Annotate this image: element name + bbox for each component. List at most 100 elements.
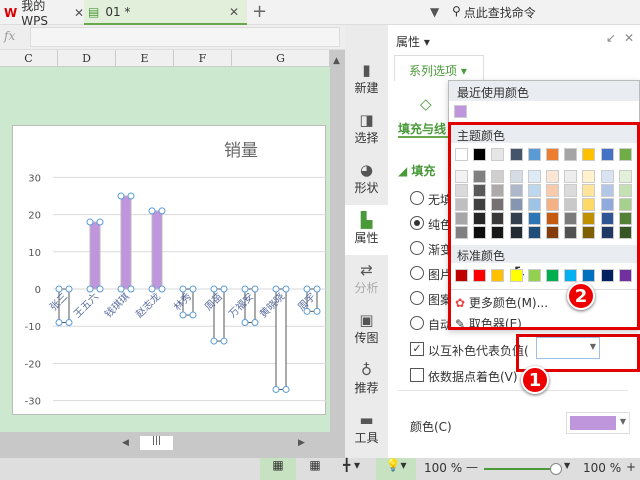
selection-handle[interactable]: [220, 285, 228, 293]
selection-handle[interactable]: [86, 218, 94, 226]
search-icon: ⚲: [452, 4, 461, 18]
fill-radio-5[interactable]: [410, 316, 424, 330]
selection-handle[interactable]: [272, 385, 280, 393]
selection-handle[interactable]: [127, 285, 135, 293]
selection-handle[interactable]: [303, 285, 311, 293]
new-file-icon: ▮: [362, 61, 371, 79]
selection-handle[interactable]: [251, 318, 259, 326]
freeze-pane-icon[interactable]: ╋ ▾: [343, 458, 360, 472]
tab-series-options[interactable]: 系列选项 ▾: [394, 55, 484, 81]
sidebar-item-4[interactable]: ⇄ 分析: [345, 261, 388, 296]
close-panel-icon[interactable]: ✕: [624, 31, 634, 45]
formula-bar: fx: [0, 25, 345, 50]
new-tab-icon[interactable]: +: [252, 1, 267, 22]
fx-label: fx: [4, 29, 16, 43]
invert-negative-checkbox[interactable]: ✓: [410, 342, 424, 356]
selection-handle[interactable]: [210, 285, 218, 293]
horizontal-scrollbar[interactable]: ◀ ||| ▶: [0, 432, 345, 458]
selection-handle[interactable]: [189, 311, 197, 319]
column-header[interactable]: G: [232, 50, 330, 67]
selection-handle[interactable]: [241, 318, 249, 326]
selection-handle[interactable]: [127, 192, 135, 200]
sidebar-item-0[interactable]: ▮ 新建: [345, 61, 388, 96]
selection-handle[interactable]: [65, 318, 73, 326]
scroll-left-icon[interactable]: ◀: [122, 438, 129, 448]
fill-radio-2[interactable]: [410, 241, 424, 255]
selection-handle[interactable]: [220, 337, 228, 345]
selection-handle[interactable]: [148, 207, 156, 215]
scroll-thumb[interactable]: |||: [140, 436, 173, 450]
fill-radio-4[interactable]: [410, 291, 424, 305]
scroll-right-icon[interactable]: ▶: [298, 438, 305, 448]
chart-svg: 销量 3020100-10-20-30张三 王五六 钱琪琪 赵志龙 林秀 周苗 万福安 黄晓晓…: [25, 141, 327, 408]
zoom-slider[interactable]: [484, 463, 563, 475]
bar[interactable]: [89, 221, 101, 290]
selection-handle[interactable]: [282, 385, 290, 393]
selection-handle[interactable]: [241, 285, 249, 293]
selection-handle[interactable]: [117, 192, 125, 200]
zoom-out-icon[interactable]: —: [466, 460, 478, 474]
dropdown-menu-icon[interactable]: ▼: [430, 5, 439, 19]
fill-radio-1[interactable]: [410, 216, 424, 230]
recent-color-swatch[interactable]: [454, 105, 467, 118]
vary-colors-checkbox[interactable]: [410, 368, 424, 382]
selection-handle[interactable]: [189, 285, 197, 293]
selection-handle[interactable]: [282, 285, 290, 293]
dock-icon[interactable]: ↙: [606, 31, 616, 45]
scroll-up-icon[interactable]: ▲: [333, 56, 342, 66]
panel-title[interactable]: 属性 ▾: [396, 33, 430, 50]
close-tab-icon[interactable]: ✕: [229, 5, 239, 19]
zoom-dropdown-icon[interactable]: ▼: [564, 461, 570, 470]
selection-handle[interactable]: [179, 311, 187, 319]
selection-handle[interactable]: [313, 285, 321, 293]
sidebar-item-1[interactable]: ◨ 选择: [345, 111, 388, 146]
selection-handle[interactable]: [210, 337, 218, 345]
bar[interactable]: [120, 195, 132, 290]
selection-handle[interactable]: [158, 285, 166, 293]
column-header[interactable]: E: [116, 50, 174, 67]
column-header[interactable]: F: [174, 50, 232, 67]
selection-handle[interactable]: [148, 285, 156, 293]
selection-handle[interactable]: [158, 207, 166, 215]
bar[interactable]: [151, 210, 163, 290]
close-tab-icon[interactable]: ✕: [74, 6, 84, 20]
tab-01[interactable]: ▤ 01 * ✕: [84, 0, 247, 25]
zoom-in-icon[interactable]: +: [626, 460, 636, 474]
sidebar-item-5[interactable]: ▣ 传图: [345, 311, 388, 346]
fill-section-header[interactable]: ◢ 填充: [398, 162, 435, 179]
vertical-scrollbar[interactable]: ▲: [330, 50, 345, 432]
selection-handle[interactable]: [96, 218, 104, 226]
selection-handle[interactable]: [86, 285, 94, 293]
selection-handle[interactable]: [55, 318, 63, 326]
selection-handle[interactable]: [65, 285, 73, 293]
normal-view-icon[interactable]: ▦: [260, 458, 296, 480]
fill-radio-3[interactable]: [410, 266, 424, 280]
selection-handle[interactable]: [179, 285, 187, 293]
wps-logo-icon: W: [4, 5, 18, 20]
selection-handle[interactable]: [117, 285, 125, 293]
sidebar-item-2[interactable]: ◕ 形状: [345, 161, 388, 196]
zoom-value: 100 %: [583, 461, 622, 475]
formula-input[interactable]: [30, 27, 340, 47]
reading-mode-icon[interactable]: 💡▾: [376, 458, 416, 480]
selection-handle[interactable]: [251, 285, 259, 293]
column-header[interactable]: C: [0, 50, 58, 67]
selection-handle[interactable]: [96, 285, 104, 293]
selection-handle[interactable]: [313, 307, 321, 315]
fill-bucket-icon: ◇: [420, 95, 432, 113]
chart[interactable]: 销量 30 20 10 0 -10 -20 -30 张三 王五六 钱琪琪 赵志龙 林秀 周苗 万福安 黄晓晓…: [12, 125, 327, 415]
selection-handle[interactable]: [55, 285, 63, 293]
y-tick-label: -20: [25, 359, 41, 370]
command-search[interactable]: ⚲ 点此查找命令: [452, 4, 536, 21]
sidebar-item-7[interactable]: ▬ 工具: [345, 411, 388, 446]
status-bar: ▦ ▦ ╋ ▾ 💡▾ 100 % — ▼ 100 % +: [0, 458, 640, 480]
sidebar-item-6[interactable]: ♁ 推荐: [345, 361, 388, 396]
page-break-view-icon[interactable]: ▦: [305, 458, 325, 472]
fill-color-dropdown[interactable]: ▼: [566, 412, 630, 434]
tab-my-wps[interactable]: W 我的WPS ✕: [0, 0, 84, 28]
selection-handle[interactable]: [272, 285, 280, 293]
column-header[interactable]: D: [58, 50, 116, 67]
sidebar-item-3[interactable]: ▙ 属性: [345, 205, 388, 255]
tab-fill-line[interactable]: 填充与线: [398, 120, 448, 138]
fill-radio-0[interactable]: [410, 191, 424, 205]
